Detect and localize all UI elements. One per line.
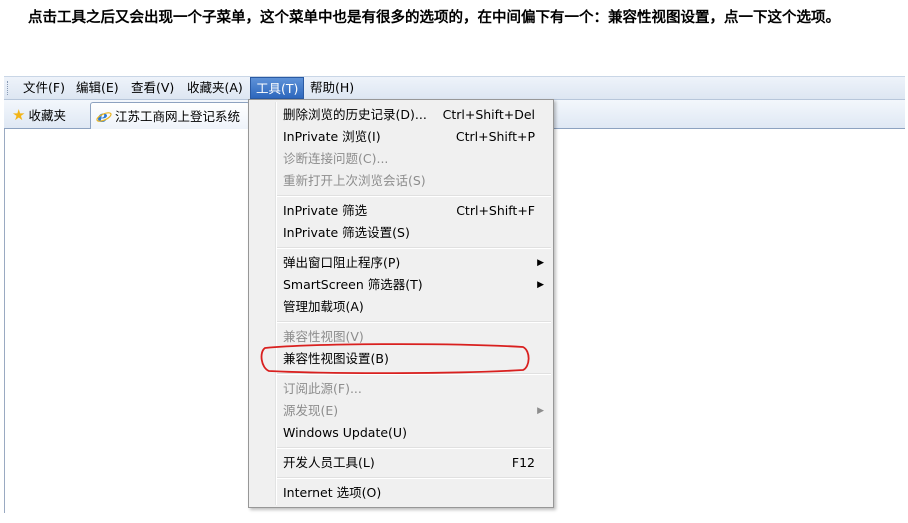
tools-dropdown-menu: 删除浏览的历史记录(D)... Ctrl+Shift+Del InPrivate… bbox=[248, 99, 554, 508]
menuitem-label: 开发人员工具(L) bbox=[283, 455, 375, 470]
menuitem-smartscreen-filter[interactable]: SmartScreen 筛选器(T) ▶ bbox=[249, 274, 553, 296]
menuitem-developer-tools[interactable]: 开发人员工具(L) F12 bbox=[249, 452, 553, 474]
menuitem-inprivate-filtering[interactable]: InPrivate 筛选 Ctrl+Shift+F bbox=[249, 200, 553, 222]
menuitem-label: 订阅此源(F)... bbox=[283, 381, 362, 396]
menu-help[interactable]: 帮助(H) bbox=[305, 77, 359, 99]
menuitem-label: InPrivate 筛选设置(S) bbox=[283, 225, 410, 240]
menuitem-label: 删除浏览的历史记录(D)... bbox=[283, 107, 427, 122]
menuitem-popup-blocker[interactable]: 弹出窗口阻止程序(P) ▶ bbox=[249, 252, 553, 274]
menuitem-subscribe-feed: 订阅此源(F)... bbox=[249, 378, 553, 400]
menu-separator bbox=[277, 477, 551, 479]
instruction-caption: 点击工具之后又会出现一个子菜单，这个菜单中也是有很多的选项的，在中间偏下有一个：… bbox=[28, 9, 840, 26]
menuitem-shortcut: Ctrl+Shift+F bbox=[456, 203, 535, 218]
submenu-arrow-icon: ▶ bbox=[537, 258, 544, 268]
toolbar-grip[interactable] bbox=[7, 81, 11, 95]
menuitem-windows-update[interactable]: Windows Update(U) bbox=[249, 422, 553, 444]
menu-separator bbox=[277, 247, 551, 249]
menuitem-label: SmartScreen 筛选器(T) bbox=[283, 277, 423, 292]
menuitem-manage-addons[interactable]: 管理加载项(A) bbox=[249, 296, 553, 318]
menuitem-internet-options[interactable]: Internet 选项(O) bbox=[249, 482, 553, 504]
menuitem-diagnose-connection: 诊断连接问题(C)... bbox=[249, 148, 553, 170]
menuitem-label: Internet 选项(O) bbox=[283, 485, 382, 500]
menuitem-shortcut: F12 bbox=[511, 455, 535, 470]
favorites-label: 收藏夹 bbox=[28, 108, 66, 123]
menu-file[interactable]: 文件(F) bbox=[18, 77, 70, 99]
menu-tools[interactable]: 工具(T) bbox=[250, 77, 305, 99]
menu-separator bbox=[277, 321, 551, 323]
menuitem-label: 重新打开上次浏览会话(S) bbox=[283, 173, 426, 188]
menuitem-inprivate-filtering-settings[interactable]: InPrivate 筛选设置(S) bbox=[249, 222, 553, 244]
menu-bar: 文件(F) 编辑(E) 查看(V) 收藏夹(A) 工具(T) 帮助(H) bbox=[4, 76, 905, 100]
menuitem-delete-history[interactable]: 删除浏览的历史记录(D)... Ctrl+Shift+Del bbox=[249, 104, 553, 126]
menuitem-shortcut: Ctrl+Shift+P bbox=[455, 129, 535, 144]
menuitem-inprivate-browsing[interactable]: InPrivate 浏览(I) Ctrl+Shift+P bbox=[249, 126, 553, 148]
menuitem-label: 源发现(E) bbox=[283, 403, 339, 418]
ie-logo-icon: e bbox=[96, 108, 112, 124]
menu-separator bbox=[277, 195, 551, 197]
menuitem-feed-discovery: 源发现(E) ▶ bbox=[249, 400, 553, 422]
star-icon: ★ bbox=[12, 106, 26, 124]
submenu-arrow-icon: ▶ bbox=[537, 280, 544, 290]
favorites-button[interactable]: ★ 收藏夹 bbox=[12, 105, 66, 125]
menu-favorites[interactable]: 收藏夹(A) bbox=[182, 77, 248, 99]
menuitem-label: InPrivate 浏览(I) bbox=[283, 129, 381, 144]
tab-title: 江苏工商网上登记系统 bbox=[115, 109, 241, 124]
menuitem-label: 弹出窗口阻止程序(P) bbox=[283, 255, 401, 270]
menuitem-reopen-last-session: 重新打开上次浏览会话(S) bbox=[249, 170, 553, 192]
menu-separator bbox=[277, 447, 551, 449]
menuitem-label: InPrivate 筛选 bbox=[283, 203, 368, 218]
menu-edit[interactable]: 编辑(E) bbox=[71, 77, 124, 99]
submenu-arrow-icon: ▶ bbox=[537, 406, 544, 416]
menuitem-label: 管理加载项(A) bbox=[283, 299, 364, 314]
menuitem-label: Windows Update(U) bbox=[283, 425, 407, 440]
menuitem-label: 诊断连接问题(C)... bbox=[283, 151, 389, 166]
menu-view[interactable]: 查看(V) bbox=[126, 77, 179, 99]
menuitem-shortcut: Ctrl+Shift+Del bbox=[442, 107, 535, 122]
browser-tab[interactable]: e 江苏工商网上登记系统 bbox=[90, 102, 250, 129]
highlight-ellipse-annotation bbox=[260, 343, 530, 374]
